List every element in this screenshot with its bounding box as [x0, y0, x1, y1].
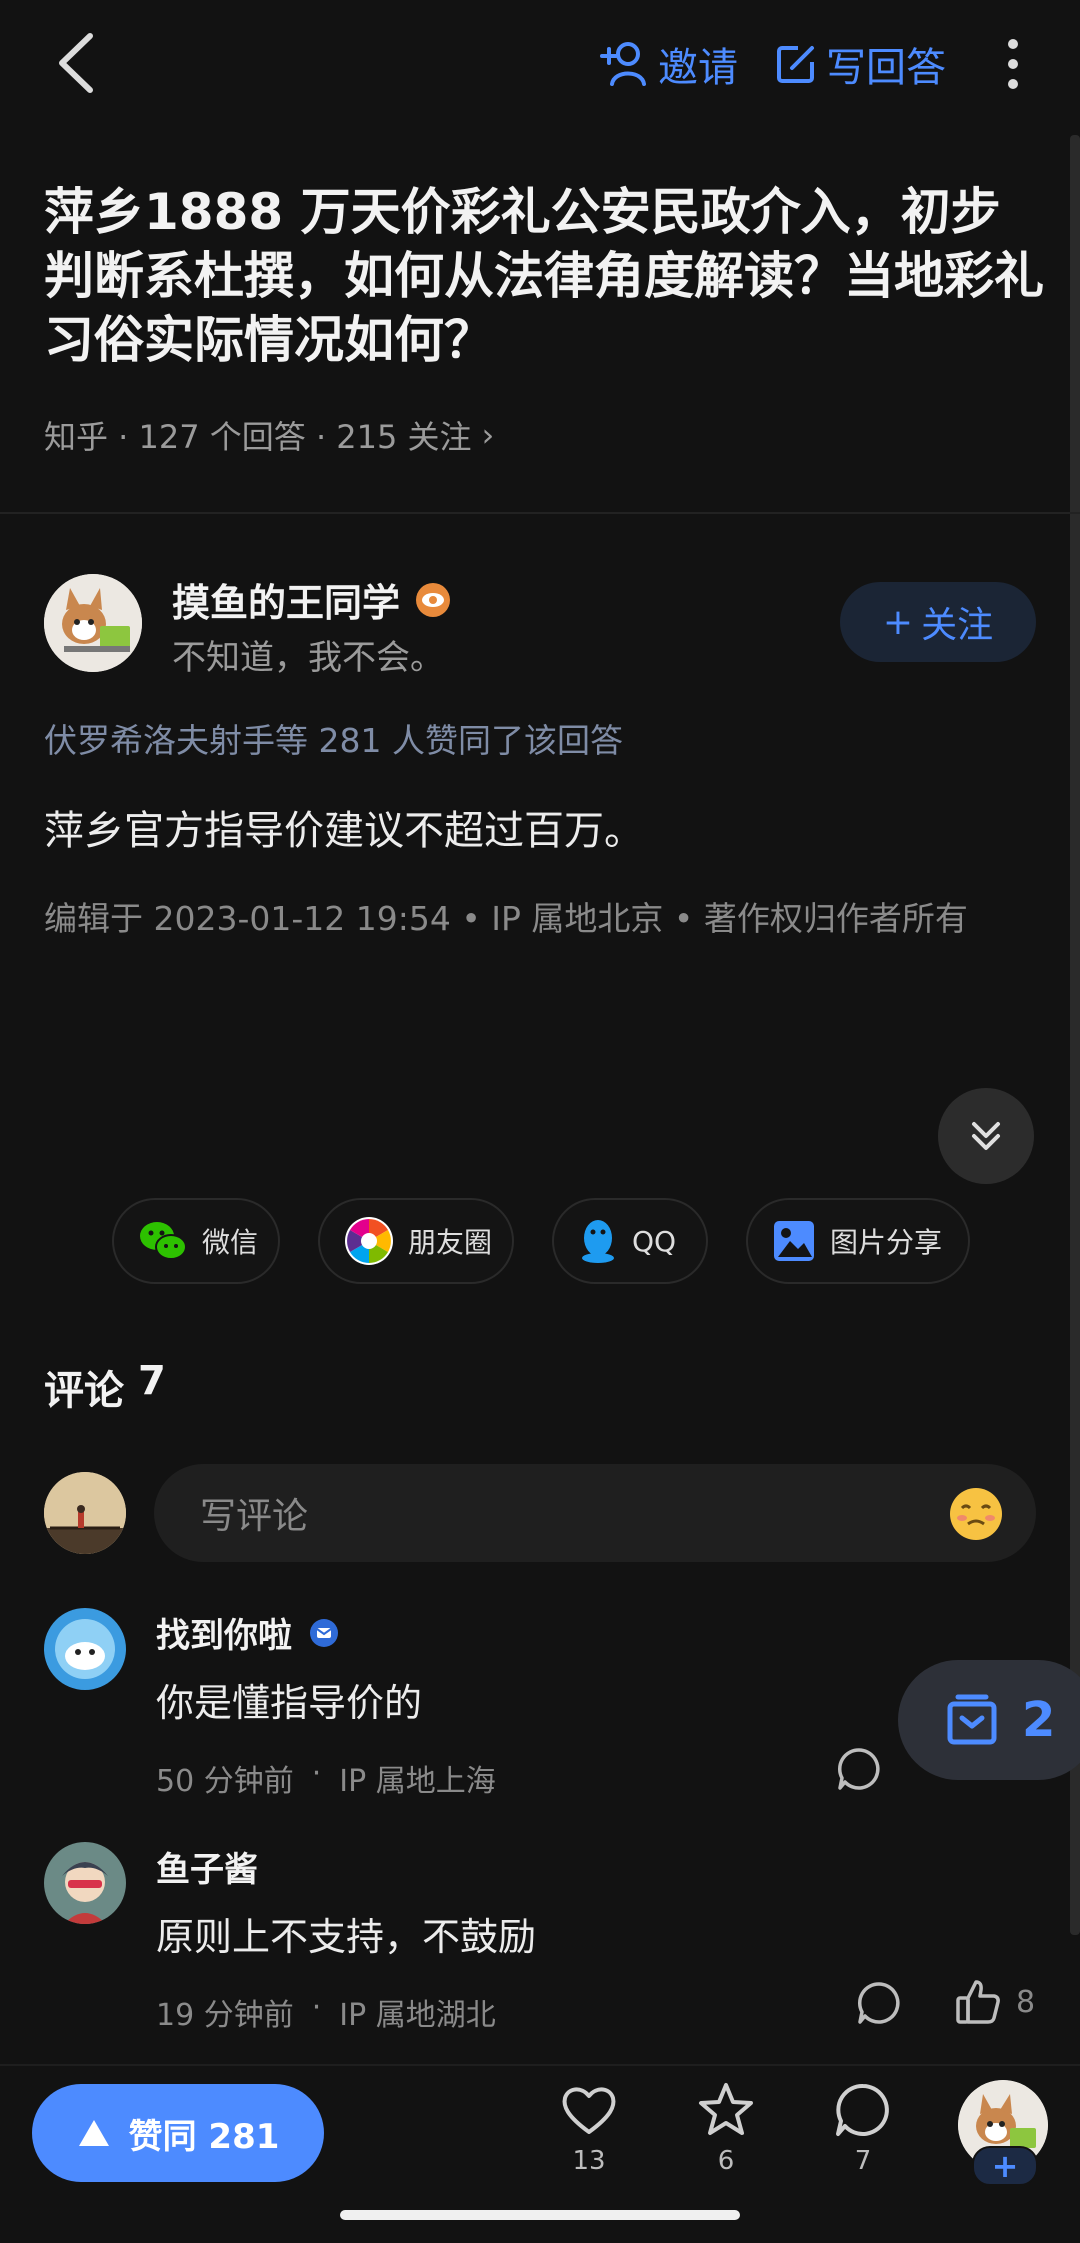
question-title[interactable]: 萍乡1888 万天价彩礼公安民政介入，初步判断系杜撰，如何从法律角度解读？当地彩…: [44, 180, 1044, 372]
collapse-button[interactable]: [938, 1088, 1034, 1184]
chevron-right-icon: ›: [481, 416, 495, 454]
share-wechat-label: 微信: [202, 1226, 259, 1259]
invite-label: 邀请: [658, 45, 738, 91]
comment-text: 原则上不支持，不鼓励: [156, 1915, 537, 1959]
comment-input[interactable]: 写评论: [154, 1464, 1036, 1562]
emoji-button[interactable]: [948, 1486, 1004, 1542]
avatar-image: [44, 1608, 126, 1690]
comment-icon: [836, 2083, 889, 2136]
comment-author[interactable]: 鱼子酱: [156, 1842, 258, 1891]
author-avatar[interactable]: [44, 574, 142, 672]
agree-label: 赞同 281: [128, 2116, 280, 2157]
answer-text: 萍乡官方指导价建议不超过百万。: [44, 808, 644, 854]
scrollbar[interactable]: [1070, 135, 1080, 1935]
comment-text: 你是懂指导价的: [156, 1681, 423, 1725]
share-image-label: 图片分享: [830, 1226, 943, 1259]
star-count: 6: [717, 2146, 735, 2176]
star-icon: [699, 2083, 753, 2135]
comment-count: 7: [854, 2146, 872, 2176]
plus-icon: +: [882, 601, 914, 643]
agree-button[interactable]: 赞同 281: [32, 2084, 324, 2182]
more-icon: [1008, 39, 1018, 89]
divider: [0, 512, 1080, 514]
share-qq-button[interactable]: QQ: [552, 1198, 708, 1284]
like-icon: [956, 1980, 1000, 2024]
comment-like-count: 8: [1016, 1984, 1036, 2020]
author-bio: 不知道，我不会。: [172, 638, 444, 678]
comment-ip: IP 属地上海: [339, 1764, 496, 1799]
comment-ip: IP 属地湖北: [339, 1998, 496, 2033]
invite-button[interactable]: 邀请: [600, 36, 738, 92]
write-answer-label: 写回答: [826, 45, 946, 91]
comments-title-label: 评论: [44, 1368, 124, 1414]
my-avatar[interactable]: [44, 1472, 126, 1554]
wechat-icon: [140, 1222, 187, 1260]
emoji-icon: [950, 1488, 1002, 1540]
verified-icon: [310, 1618, 338, 1647]
heart-icon: [562, 2087, 616, 2134]
reply-button[interactable]: [856, 1980, 902, 2026]
comment-meta: 19 分钟前 · IP 属地湖北: [156, 1990, 496, 2034]
home-indicator[interactable]: [340, 2210, 740, 2220]
author-name[interactable]: 摸鱼的王同学: [172, 572, 452, 627]
floating-collect-button[interactable]: 2: [898, 1660, 1080, 1780]
star-button[interactable]: 6: [681, 2080, 771, 2176]
avatar-image: [44, 1472, 126, 1554]
add-user-icon: [600, 42, 646, 86]
reply-icon: [858, 1982, 900, 2024]
share-wechat-button[interactable]: 微信: [112, 1198, 280, 1284]
follow-label: 关注: [921, 605, 994, 646]
follow-button[interactable]: + 关注: [840, 582, 1036, 662]
comment-author-name: 鱼子酱: [156, 1850, 258, 1890]
image-icon: [774, 1221, 814, 1261]
collect-icon: [947, 1694, 997, 1745]
comments-title: 评论 7: [44, 1358, 166, 1416]
question-meta[interactable]: 知乎 · 127 个回答 · 215 关注 ›: [44, 412, 494, 458]
comment-like-button[interactable]: 8: [954, 1978, 1035, 2026]
write-answer-button[interactable]: 写回答: [776, 36, 946, 92]
floating-collect-count: 2: [1022, 1692, 1056, 1748]
share-moments-button[interactable]: 朋友圈: [318, 1198, 514, 1284]
comment-avatar[interactable]: [44, 1842, 126, 1924]
comment-author-name: 找到你啦: [156, 1616, 292, 1656]
chevron-down-double-icon: [972, 1122, 1000, 1150]
share-image-button[interactable]: 图片分享: [746, 1198, 970, 1284]
edit-icon: [777, 46, 814, 83]
qq-icon: [582, 1220, 614, 1263]
share-qq-label: QQ: [632, 1224, 677, 1258]
comment-time: 50 分钟前: [156, 1764, 294, 1799]
more-button[interactable]: [998, 34, 1028, 94]
edit-meta: 编辑于 2023-01-12 19:54 • IP 属地北京 • 著作权归作者所…: [44, 899, 968, 938]
heart-button[interactable]: 13: [544, 2080, 634, 2176]
back-button[interactable]: [52, 28, 102, 98]
back-icon: [59, 33, 93, 93]
comment-time: 19 分钟前: [156, 1998, 294, 2033]
triangle-up-icon: [78, 2120, 109, 2146]
badge-icon: [416, 582, 451, 617]
question-meta-text: 知乎 · 127 个回答 · 215 关注: [44, 418, 472, 456]
meta-separator: ·: [311, 1756, 322, 1791]
comment-avatar[interactable]: [44, 1608, 126, 1690]
comments-count: 7: [138, 1358, 166, 1404]
share-moments-label: 朋友圈: [408, 1226, 493, 1259]
comment-author[interactable]: 找到你啦: [156, 1608, 340, 1657]
likers-summary[interactable]: 伏罗希洛夫射手等 281 人赞同了该回答: [44, 714, 623, 762]
follow-plus-badge[interactable]: +: [972, 2146, 1038, 2186]
comment-meta: 50 分钟前 · IP 属地上海: [156, 1756, 496, 1800]
meta-separator: ·: [311, 1990, 322, 2025]
reply-icon: [838, 1748, 880, 1790]
reply-button[interactable]: [836, 1746, 882, 1792]
author-name-text: 摸鱼的王同学: [172, 581, 401, 625]
avatar-image: [44, 1842, 126, 1924]
heart-count: 13: [572, 2146, 606, 2176]
comment-input-placeholder: 写评论: [200, 1496, 309, 1537]
moments-icon: [345, 1217, 393, 1265]
comment-button[interactable]: 7: [818, 2080, 908, 2176]
corgi-avatar-icon: [44, 574, 142, 672]
plus-icon: +: [991, 2147, 1019, 2185]
